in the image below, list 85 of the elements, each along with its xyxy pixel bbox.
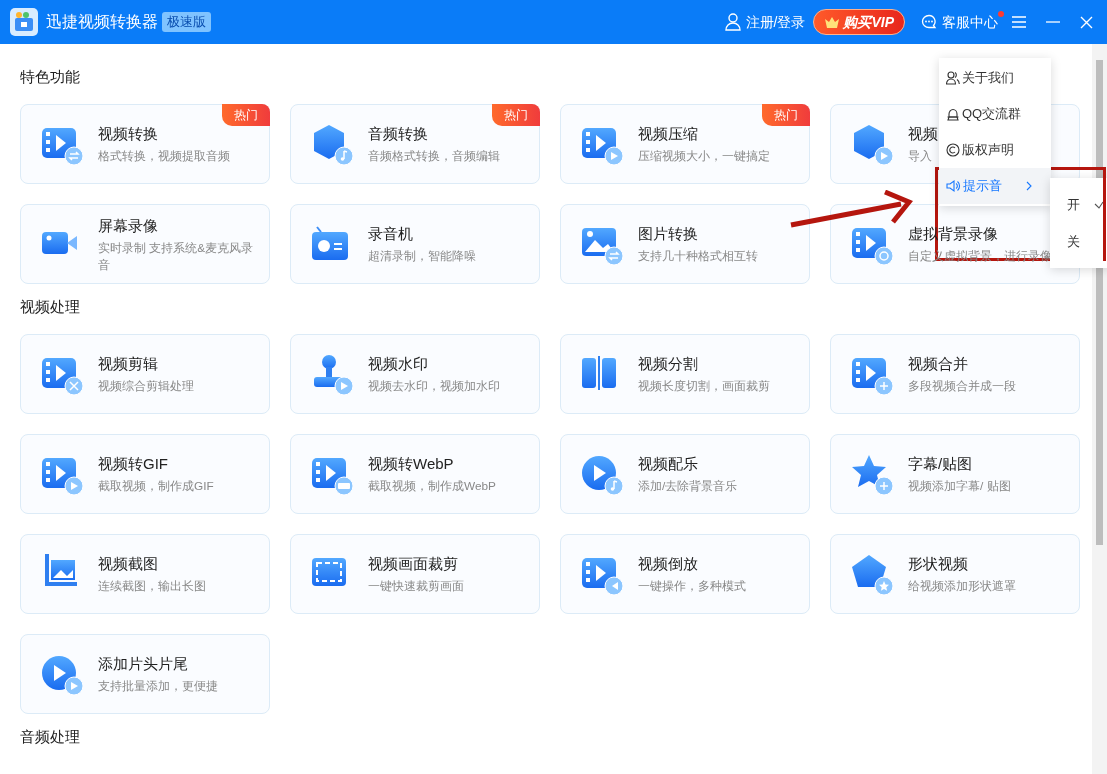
card-title: 屏幕录像 xyxy=(98,215,158,236)
card-description: 音频格式转换，音频编辑 xyxy=(368,148,500,165)
card-title: 视频转WebP xyxy=(368,454,454,474)
feature-card[interactable]: 视频分割 视频长度切割，画面裁剪 xyxy=(560,334,810,414)
feature-card[interactable]: 视频转GIF 截取视频，制作成GIF xyxy=(20,434,270,514)
card-title: 视频倒放 xyxy=(638,554,698,574)
app-title: 迅捷视频转换器 xyxy=(46,12,158,32)
feature-card[interactable]: 形状视频 给视频添加形状遮罩 xyxy=(830,534,1080,614)
feature-card[interactable]: 视频转换 格式转换，视频提取音频 热门 xyxy=(20,104,270,184)
card-title: 视频转GIF xyxy=(98,454,168,474)
feature-card[interactable]: 图片转换 支持几十种格式相互转 xyxy=(560,204,810,284)
hot-badge: 热门 xyxy=(762,104,810,126)
card-title: 视频压缩 xyxy=(638,124,698,144)
feature-card[interactable]: 视频配乐 添加/去除背景音乐 xyxy=(560,434,810,514)
pentagon-icon xyxy=(849,552,893,596)
card-description: 一键操作，多种模式 xyxy=(638,578,746,595)
card-description: 一键快速裁剪画面 xyxy=(368,578,464,595)
user-icon xyxy=(946,71,960,85)
card-description: 视频综合剪辑处理 xyxy=(98,378,194,395)
close-icon[interactable] xyxy=(1080,15,1093,29)
section-title: 音频处理 xyxy=(20,727,80,747)
card-description: 连续截图，输出长图 xyxy=(98,578,206,595)
feature-card[interactable]: 视频压缩 压缩视频大小，一键搞定 热门 xyxy=(560,104,810,184)
feature-card[interactable]: 字幕/贴图 视频添加字幕/ 贴图 xyxy=(830,434,1080,514)
card-title: 视频画面裁剪 xyxy=(368,554,458,574)
menu-item[interactable]: 版权声明 xyxy=(939,132,1051,168)
card-title: 视频水印 xyxy=(368,354,428,374)
card-description: 实时录制 支持系统&麦克风录音 xyxy=(98,239,255,274)
card-title: 字幕/贴图 xyxy=(908,454,973,474)
app-logo-icon xyxy=(10,8,38,36)
card-title: 视频截图 xyxy=(98,554,158,574)
feature-card[interactable]: 视频剪辑 视频综合剪辑处理 xyxy=(20,334,270,414)
card-description: 添加/去除背景音乐 xyxy=(638,478,738,495)
card-title: 形状视频 xyxy=(908,554,968,574)
feature-card[interactable]: 视频截图 连续截图，输出长图 xyxy=(20,534,270,614)
card-description: 视频长度切割，画面裁剪 xyxy=(638,378,770,395)
card-description: 视频添加字幕/ 贴图 xyxy=(908,478,1011,495)
feature-card[interactable]: 视频画面裁剪 一键快速裁剪画面 xyxy=(290,534,540,614)
card-description: 视频去水印，视频加水印 xyxy=(368,378,500,395)
card-title: 添加片头片尾 xyxy=(98,654,188,674)
section-title: 视频处理 xyxy=(20,297,80,317)
support-link[interactable]: 客服中心 xyxy=(942,11,998,33)
feature-card[interactable]: 视频水印 视频去水印，视频加水印 xyxy=(290,334,540,414)
card-description: 支持几十种格式相互转 xyxy=(638,248,758,265)
hot-badge: 热门 xyxy=(492,104,540,126)
card-title: 录音机 xyxy=(368,224,413,244)
card-description: 截取视频，制作成GIF xyxy=(98,478,214,495)
card-description: 多段视频合并成一段 xyxy=(908,378,1016,395)
card-description: 超清录制，智能降噪 xyxy=(368,248,476,265)
card-title: 视频转换 xyxy=(98,124,158,144)
copyright-icon xyxy=(946,143,960,157)
penguin-icon xyxy=(946,107,960,121)
card-title: 视频分割 xyxy=(638,354,698,374)
card-description: 截取视频，制作成WebP xyxy=(368,478,496,495)
card-title: 视频剪辑 xyxy=(98,354,158,374)
feature-card[interactable]: 视频倒放 一键操作，多种模式 xyxy=(560,534,810,614)
feature-card[interactable]: 视频合并 多段视频合并成一段 xyxy=(830,334,1080,414)
menu-icon[interactable] xyxy=(1012,15,1026,29)
user-icon[interactable] xyxy=(724,13,741,31)
feature-card[interactable]: 视频转WebP 截取视频，制作成WebP xyxy=(290,434,540,514)
section-title: 特色功能 xyxy=(20,67,80,87)
menu-item[interactable]: 提示音 xyxy=(939,168,1051,204)
feature-card[interactable]: 录音机 超清录制，智能降噪 xyxy=(290,204,540,284)
chevron-right-icon xyxy=(1026,181,1032,191)
speaker-icon xyxy=(946,179,961,193)
card-description: 导入 xyxy=(908,148,932,165)
card-title: 图片转换 xyxy=(638,224,698,244)
menu-item[interactable]: 关于我们 xyxy=(939,60,1051,96)
card-description: 格式转换，视频提取音频 xyxy=(98,148,230,165)
feature-card[interactable]: 音频转换 音频格式转换，音频编辑 热门 xyxy=(290,104,540,184)
buy-vip-button[interactable]: 购买VIP xyxy=(813,9,905,35)
crown-icon xyxy=(824,16,841,28)
card-description: 压缩视频大小，一键搞定 xyxy=(638,148,770,165)
edition-badge: 极速版 xyxy=(162,12,211,32)
card-description: 支持批量添加，更便捷 xyxy=(98,678,218,695)
chat-icon[interactable] xyxy=(921,14,937,30)
card-title: 视频合并 xyxy=(908,354,968,374)
card-title: 视频配乐 xyxy=(638,454,698,474)
feature-card[interactable]: 添加片头片尾 支持批量添加，更便捷 xyxy=(20,634,270,714)
hot-badge: 热门 xyxy=(222,104,270,126)
login-link[interactable]: 注册/登录 xyxy=(745,11,806,33)
card-title: 音频转换 xyxy=(368,124,428,144)
card-description: 给视频添加形状遮罩 xyxy=(908,578,1016,595)
feature-card[interactable]: 屏幕录像 实时录制 支持系统&麦克风录音 xyxy=(20,204,270,284)
card-title: 视频 xyxy=(908,124,938,144)
